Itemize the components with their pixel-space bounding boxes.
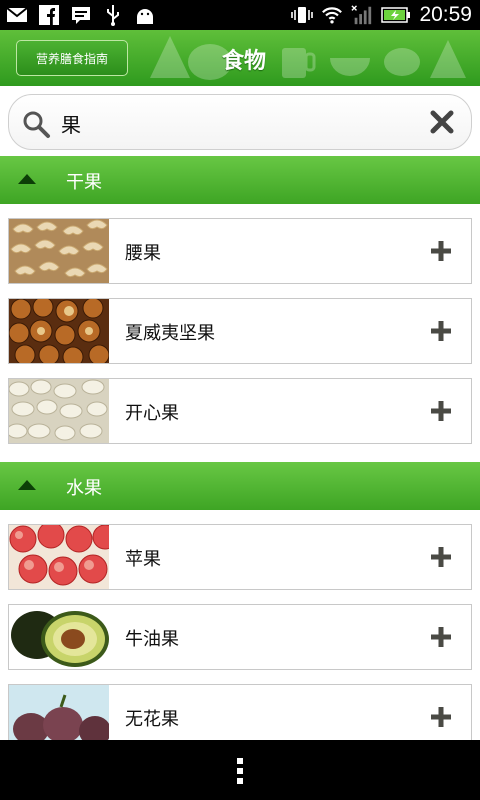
section-label: 水果 — [66, 478, 102, 499]
vibrate-icon — [291, 4, 314, 26]
search-query-text: 果 — [61, 113, 81, 137]
pistachio-image — [9, 379, 109, 443]
search-icon — [23, 111, 50, 138]
app-header: 营养膳食指南 食物 — [0, 30, 480, 86]
facebook-icon — [38, 4, 60, 26]
nutrition-guide-button[interactable]: 营养膳食指南 — [16, 40, 128, 76]
avocado-image — [9, 605, 109, 669]
clear-search-icon[interactable] — [429, 109, 455, 135]
list-item[interactable]: 无花果 — [8, 684, 472, 740]
fig-image — [9, 685, 109, 740]
item-label: 牛油果 — [125, 629, 179, 650]
item-label: 苹果 — [125, 549, 161, 570]
clock-time: 20:59 — [419, 3, 472, 26]
apple-image — [9, 525, 109, 589]
add-icon[interactable] — [429, 399, 453, 423]
section-header-fruit[interactable]: 水果 — [0, 462, 480, 510]
list-item[interactable]: 牛油果 — [8, 604, 472, 670]
status-bar: 20:59 — [0, 0, 480, 30]
item-label: 腰果 — [125, 243, 161, 264]
bottom-navigation-bar — [0, 740, 480, 800]
wifi-icon — [321, 4, 343, 26]
section-header-dried-fruit[interactable]: 干果 — [0, 156, 480, 204]
add-icon[interactable] — [429, 705, 453, 729]
food-list-screen: 果 干果 腰果 夏威夷坚果 开心果 水果 苹果 牛油果 无花果 — [0, 86, 480, 740]
search-bar: 果 — [0, 86, 480, 156]
list-item[interactable]: 腰果 — [8, 218, 472, 284]
android-icon — [134, 4, 156, 26]
collapse-arrow-icon — [18, 174, 36, 184]
section-label: 干果 — [66, 172, 102, 193]
add-icon[interactable] — [429, 625, 453, 649]
add-icon[interactable] — [429, 545, 453, 569]
signal-icon — [351, 4, 373, 26]
message-icon — [70, 4, 92, 26]
list-item[interactable]: 夏威夷坚果 — [8, 298, 472, 364]
cashew-image — [9, 219, 109, 283]
list-item[interactable]: 苹果 — [8, 524, 472, 590]
battery-icon — [381, 4, 411, 26]
collapse-arrow-icon — [18, 480, 36, 490]
search-input[interactable]: 果 — [8, 94, 472, 150]
item-label: 夏威夷坚果 — [125, 323, 215, 344]
macadamia-image — [9, 299, 109, 363]
food-decoration-icon — [150, 36, 466, 80]
page-title: 食物 — [221, 49, 266, 74]
item-label: 无花果 — [125, 709, 179, 730]
item-label: 开心果 — [125, 403, 179, 424]
list-item[interactable]: 开心果 — [8, 378, 472, 444]
mail-icon — [6, 4, 28, 26]
add-icon[interactable] — [429, 319, 453, 343]
overflow-menu-icon[interactable] — [233, 756, 247, 786]
add-icon[interactable] — [429, 239, 453, 263]
usb-icon — [102, 4, 124, 26]
